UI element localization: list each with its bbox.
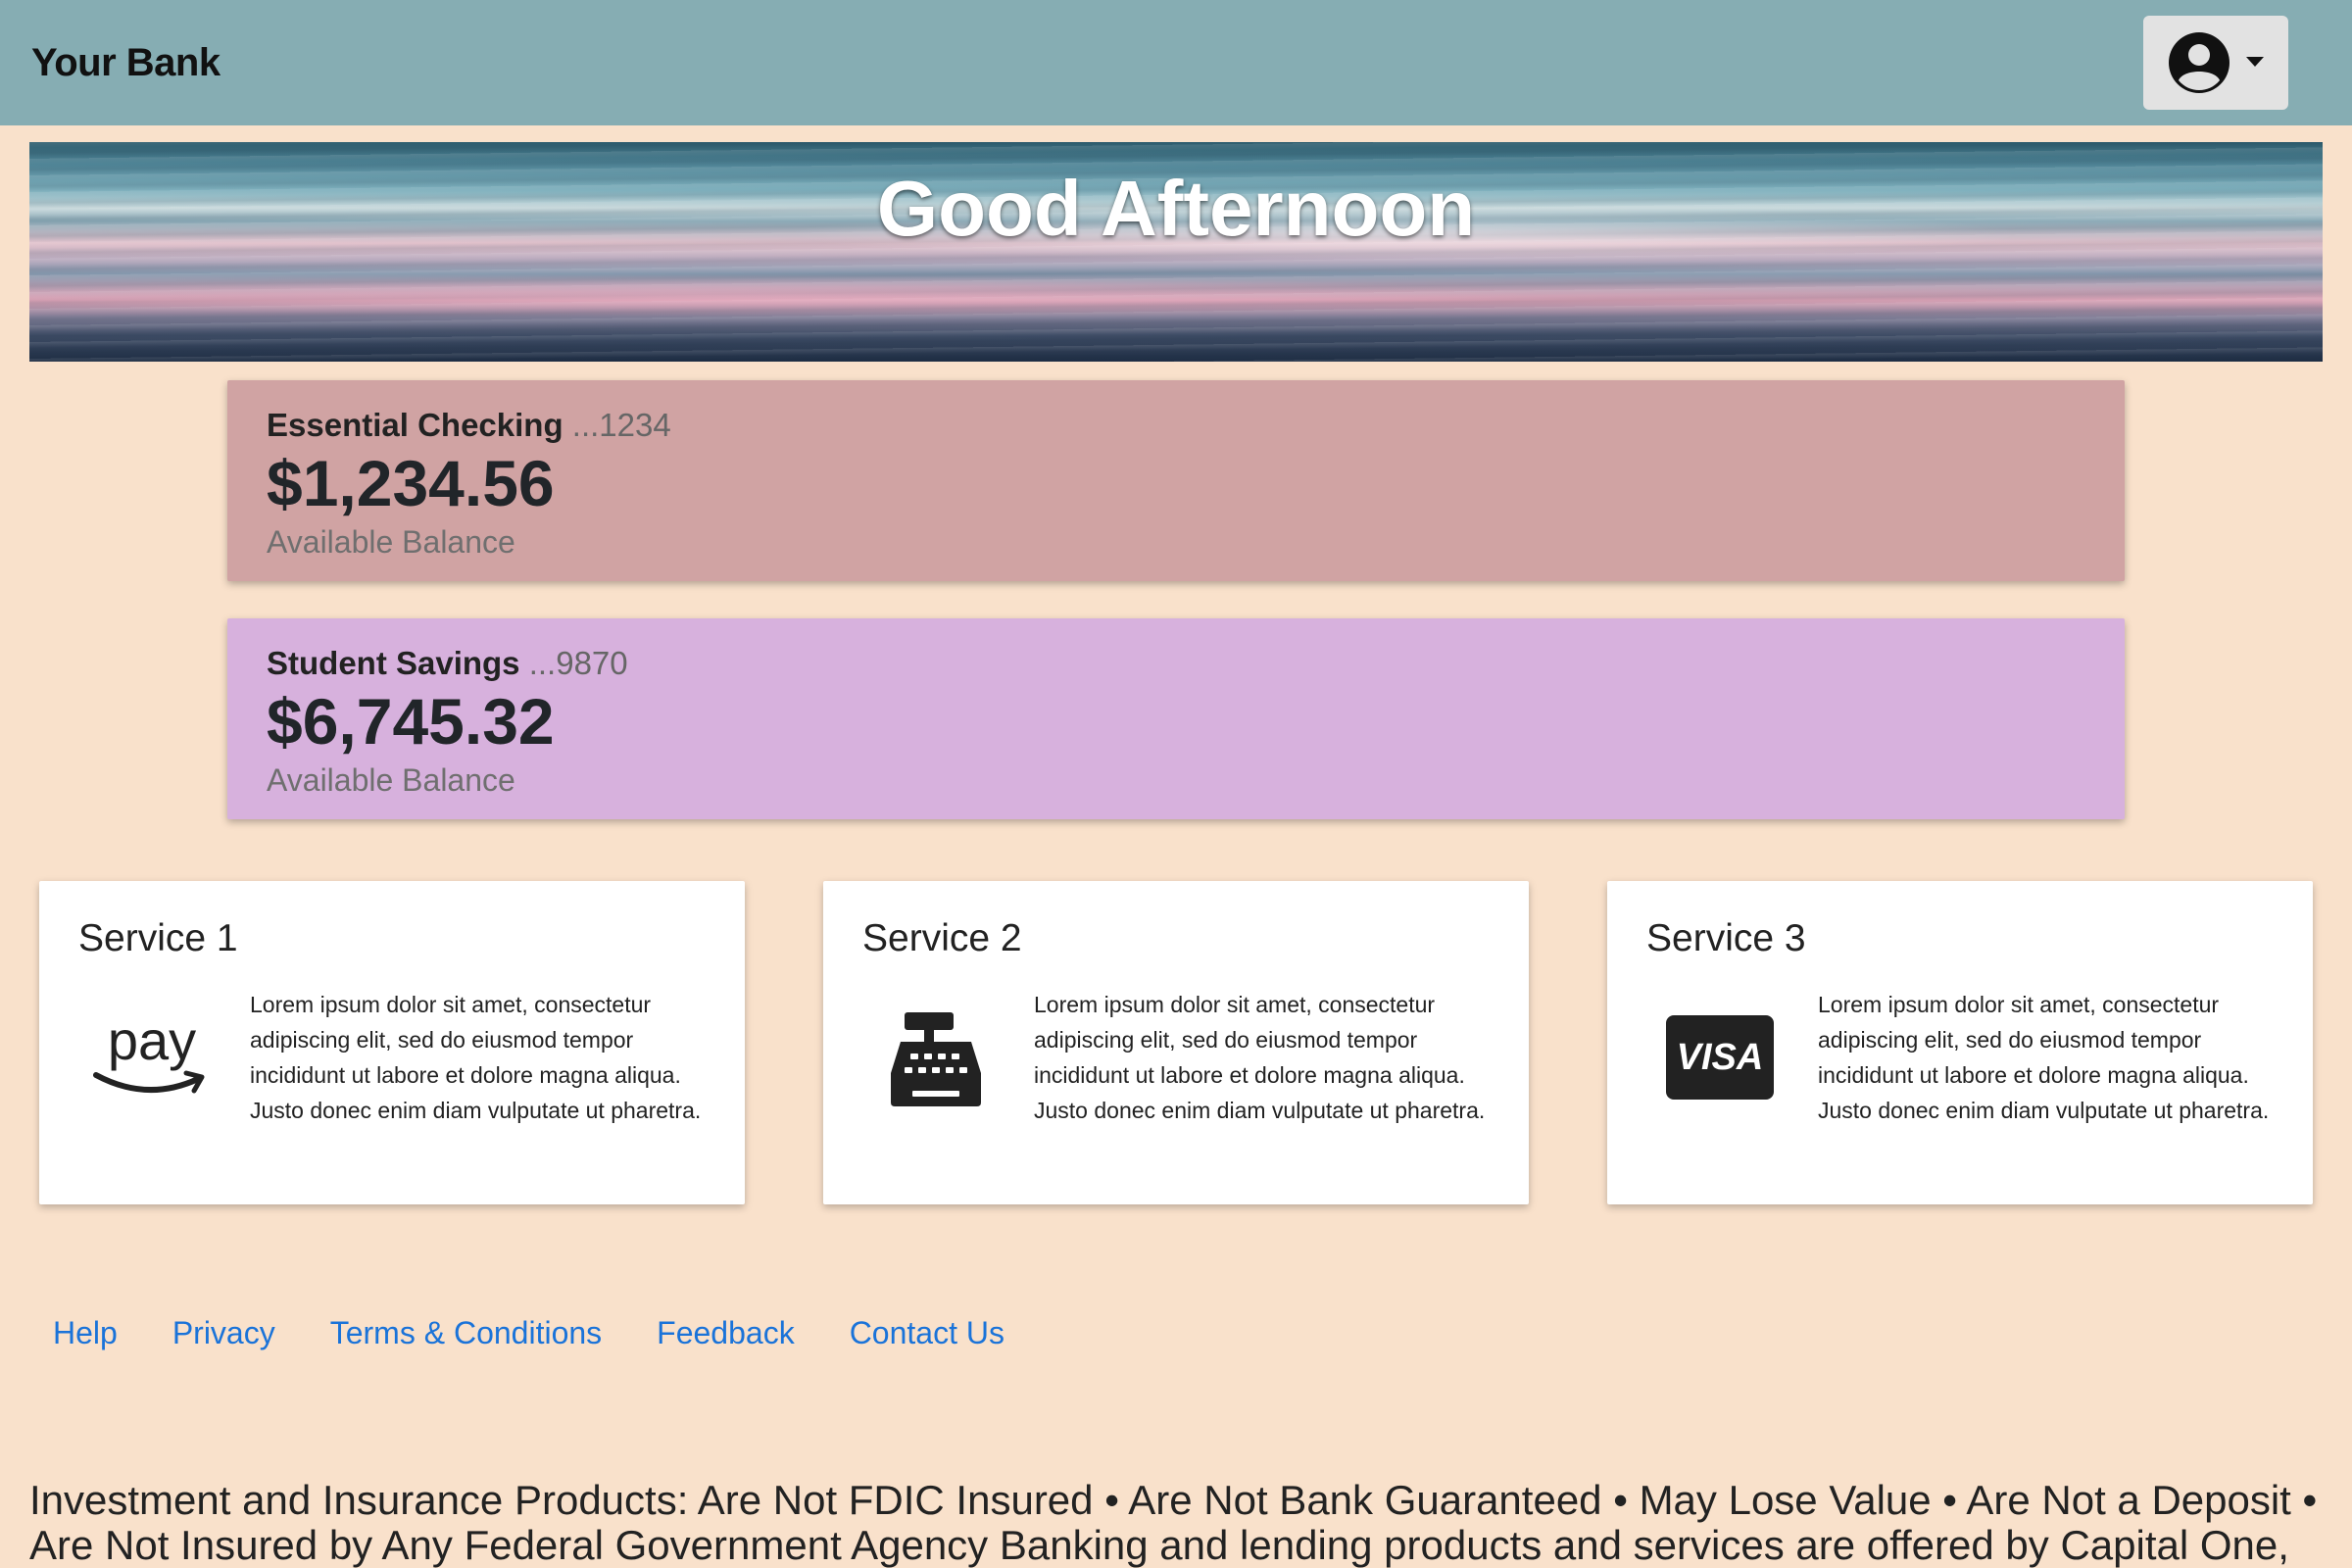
account-balance: $6,745.32 [267, 685, 555, 759]
balance-label: Available Balance [267, 524, 515, 561]
terms-link[interactable]: Terms & Conditions [330, 1309, 602, 1356]
account-name: Essential Checking [267, 407, 564, 443]
help-link[interactable]: Help [53, 1309, 118, 1356]
caret-down-icon [2246, 57, 2264, 67]
service-description: Lorem ipsum dolor sit amet, consectetur … [1034, 991, 1486, 1123]
account-card-savings[interactable]: Student Savings ...9870 $6,745.32 Availa… [227, 618, 2125, 819]
footer-links: Help Privacy Terms & Conditions Feedback… [53, 1309, 1059, 1356]
service-title: Service 1 [78, 917, 238, 959]
account-balance: $1,234.56 [267, 447, 555, 520]
amazon-pay-icon: pay [78, 984, 225, 1131]
service-title: Service 2 [862, 917, 1022, 959]
legal-disclosure: Investment and Insurance Products: Are N… [29, 1477, 2318, 1568]
service-card-1[interactable]: Service 1 pay Lorem ipsum dolor sit amet… [39, 881, 745, 1204]
brand-logo[interactable]: Your Bank [31, 0, 220, 125]
service-description: Lorem ipsum dolor sit amet, consectetur … [250, 991, 702, 1123]
greeting-heading: Good Afternoon [876, 165, 1476, 252]
account-card-checking[interactable]: Essential Checking ...1234 $1,234.56 Ava… [227, 380, 2125, 581]
service-title: Service 3 [1646, 917, 1806, 959]
amazon-pay-icon-text: pay [108, 1009, 196, 1071]
user-menu-button[interactable] [2143, 16, 2288, 110]
visa-card-icon: VISA [1646, 984, 1793, 1131]
service-card-3[interactable]: Service 3 VISA Lorem ipsum dolor sit ame… [1607, 881, 2313, 1204]
account-name: Student Savings [267, 645, 520, 681]
contact-us-link[interactable]: Contact Us [850, 1309, 1004, 1356]
account-circle-icon [2169, 32, 2230, 93]
account-number: ...1234 [571, 407, 671, 443]
visa-card-icon-text: VISA [1677, 1037, 1764, 1078]
balance-label: Available Balance [267, 762, 515, 799]
privacy-link[interactable]: Privacy [172, 1309, 275, 1356]
top-navbar: Your Bank [0, 0, 2352, 125]
feedback-link[interactable]: Feedback [657, 1309, 795, 1356]
service-card-2[interactable]: Service 2 Lorem ipsum dolor sit amet, co… [823, 881, 1529, 1204]
hero-banner: Good Afternoon [29, 142, 2323, 362]
cash-register-icon [862, 984, 1009, 1131]
account-number: ...9870 [528, 645, 628, 681]
service-description: Lorem ipsum dolor sit amet, consectetur … [1818, 991, 2270, 1123]
